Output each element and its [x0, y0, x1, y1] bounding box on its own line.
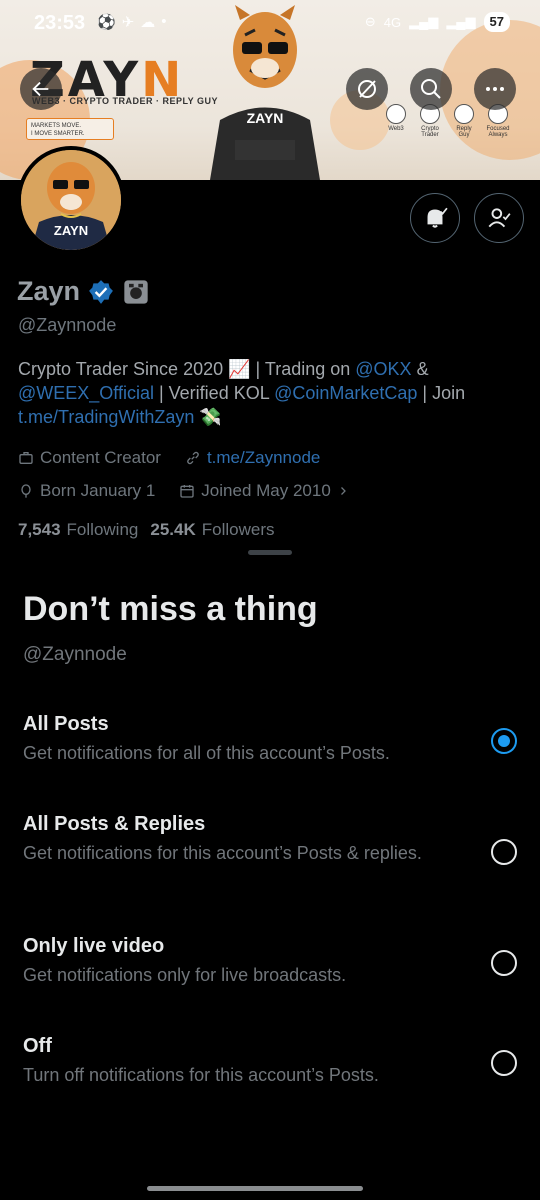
option-all-posts-replies[interactable]: All Posts & Replies Get notifications fo…	[23, 813, 517, 865]
mention-okx[interactable]: @OKX	[355, 359, 411, 379]
grok-button[interactable]	[346, 68, 388, 110]
sheet-grab-handle[interactable]	[248, 550, 292, 555]
joined-item[interactable]: Joined May 2010	[179, 481, 348, 501]
status-bar: 23:53 ⚽ ✈ ☁ • ⊖ 4G ▂▄▆ ▂▄▆ 57	[0, 0, 540, 46]
battery-indicator: 57	[483, 12, 510, 32]
balloon-icon	[21, 484, 31, 498]
home-indicator[interactable]	[147, 1186, 363, 1191]
calendar-icon	[180, 485, 194, 498]
following-button[interactable]	[474, 193, 524, 243]
signal-icon: ▂▄▆	[409, 14, 439, 29]
option-title: Off	[23, 1035, 52, 1057]
option-title: All Posts	[23, 713, 109, 735]
profile-handle: @Zaynnode	[18, 315, 117, 335]
more-icon	[486, 87, 504, 91]
status-app-icons: ⚽ ✈ ☁ •	[97, 13, 167, 31]
search-icon	[421, 79, 441, 99]
bell-check-icon	[427, 207, 448, 228]
arrow-left-icon	[32, 81, 49, 97]
avatar[interactable]: ZAYN	[17, 146, 125, 254]
briefcase-icon	[19, 452, 33, 464]
chat-icon: Reply Guy	[451, 104, 477, 138]
option-all-posts[interactable]: All Posts Get notifications for all of t…	[23, 713, 517, 765]
option-title: Only live video	[23, 935, 165, 957]
status-time: 23:53	[34, 12, 86, 34]
profile-bio: Crypto Trader Since 2020 📈 | Trading on …	[18, 359, 466, 427]
affiliate-badge-icon[interactable]	[122, 278, 150, 306]
signal-icon-2: ▂▄▆	[446, 14, 476, 29]
banner-tagline: MARKETS MOVE. I MOVE SMARTER.	[26, 118, 114, 140]
following-count-link[interactable]: 7,543 Following	[18, 520, 138, 540]
more-button[interactable]	[474, 68, 516, 110]
follow-counts: 7,543 Following 25.4K Followers	[18, 520, 274, 540]
option-title: All Posts & Replies	[23, 813, 206, 835]
hoodie-text: ZAYN	[247, 110, 284, 126]
grok-icon	[358, 80, 376, 98]
dnd-icon: ⊖	[364, 14, 376, 29]
globe-icon: Web3	[383, 104, 409, 138]
mention-weex[interactable]: @WEEX_Official	[18, 383, 154, 403]
link-icon	[187, 451, 199, 465]
profile-name-row: Zayn	[17, 276, 150, 307]
sheet-title: Don’t miss a thing	[23, 590, 318, 628]
option-description: Get notifications for all of this accoun…	[23, 743, 390, 763]
profile-name: Zayn	[17, 276, 81, 306]
mention-coinmarketcap[interactable]: @CoinMarketCap	[274, 383, 417, 403]
dot-icon: •	[161, 13, 167, 30]
chevron-right-icon	[340, 487, 346, 495]
status-system-icons: ⊖ 4G ▂▄▆ ▂▄▆ 57	[365, 12, 510, 32]
followers-count-link[interactable]: 25.4K Followers	[150, 520, 274, 540]
radio-all-posts-replies[interactable]	[491, 839, 517, 865]
birthday-item: Born January 1	[18, 481, 155, 501]
option-description: Turn off notifications for this account’…	[23, 1065, 379, 1085]
option-description: Get notifications only for live broadcas…	[23, 965, 347, 985]
user-check-icon	[488, 208, 511, 228]
option-description: Get notifications for this account’s Pos…	[23, 843, 422, 863]
option-off[interactable]: Off Turn off notifications for this acco…	[23, 1035, 517, 1087]
website-item[interactable]: t.me/Zaynnode	[185, 448, 320, 468]
option-only-live-video[interactable]: Only live video Get notifications only f…	[23, 935, 517, 987]
cloud-icon: ☁	[140, 14, 156, 31]
verified-badge-icon[interactable]	[88, 279, 114, 305]
bio-telegram-link[interactable]: t.me/TradingWithZayn	[18, 407, 194, 427]
sheet-handle: @Zaynnode	[23, 644, 127, 665]
category-item: Content Creator	[18, 448, 161, 468]
profile-meta-row-2: Born January 1 Joined May 2010	[18, 481, 349, 501]
radio-off[interactable]	[491, 1050, 517, 1076]
profile-meta-row-1: Content Creator t.me/Zaynnode	[18, 448, 320, 468]
network-type: 4G	[383, 14, 402, 30]
telegram-icon: ✈	[121, 14, 135, 31]
avatar-text: ZAYN	[54, 223, 88, 238]
radio-all-posts[interactable]	[491, 728, 517, 754]
website-link[interactable]: t.me/Zaynnode	[207, 448, 320, 468]
search-button[interactable]	[410, 68, 452, 110]
notifications-bell-button[interactable]	[410, 193, 460, 243]
radio-only-live-video[interactable]	[491, 950, 517, 976]
avatar-image: ZAYN	[21, 150, 121, 250]
soccer-icon: ⚽	[97, 14, 116, 31]
back-button[interactable]	[20, 68, 62, 110]
